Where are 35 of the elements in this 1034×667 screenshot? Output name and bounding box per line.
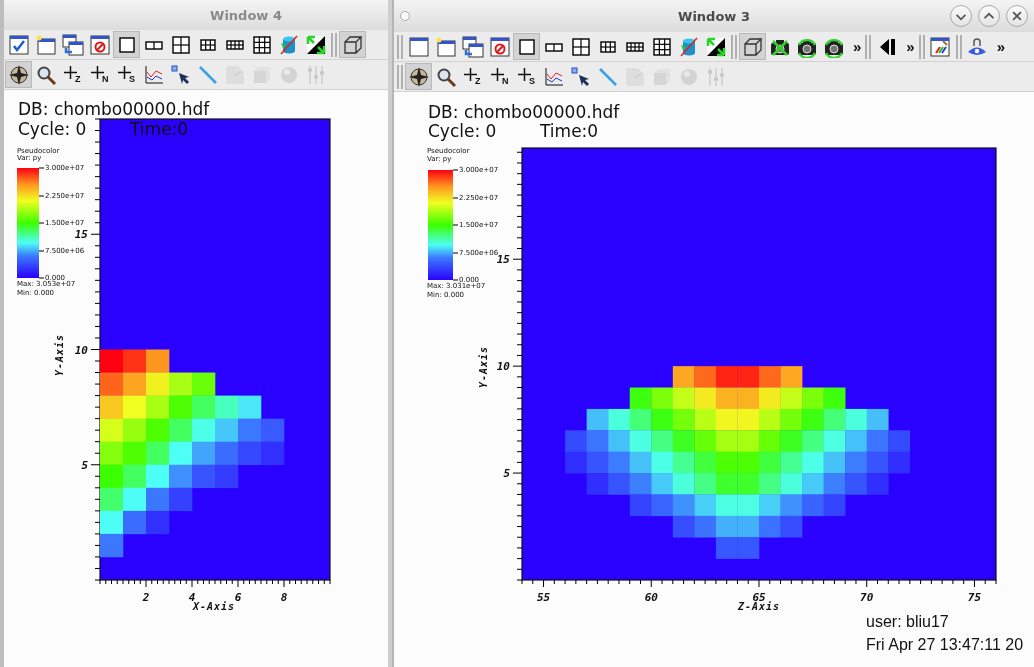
add-point-button[interactable]: S	[513, 63, 540, 90]
time-label: Time:0	[540, 123, 599, 140]
tick-label: 60	[644, 591, 658, 604]
cycle-label: Cycle: 0	[18, 121, 87, 138]
add-point-button[interactable]: N	[86, 61, 113, 88]
tick-label: 55	[536, 591, 551, 604]
axis-title: Y-Axis	[478, 345, 489, 389]
tick-label: 15	[74, 228, 88, 242]
axis-title: X-Axis	[192, 601, 236, 612]
add-point-button[interactable]: N	[486, 63, 513, 90]
add-point-button[interactable]: Z	[59, 61, 86, 88]
date-label: Fri Apr 27 13:47:11 20	[866, 637, 1024, 653]
add-point-button[interactable]: Z	[459, 63, 486, 90]
tick-label: 8	[280, 591, 288, 604]
time-label: Time:0	[130, 121, 189, 138]
cycle-label: Cycle: 0	[428, 123, 497, 140]
tick-label: 10	[496, 360, 510, 374]
user-label: user: bliu17	[866, 614, 949, 630]
window-title: Window 4	[209, 7, 283, 23]
axis-title: Y-Axis	[54, 333, 65, 377]
overflow-button[interactable]: »	[851, 39, 864, 54]
tick-label: 10	[74, 343, 88, 357]
database-label: DB: chombo00000.hdf	[428, 104, 620, 121]
tick-label: 2	[142, 591, 150, 604]
overflow-button[interactable]: »	[994, 39, 1008, 54]
database-label: DB: chombo00000.hdf	[18, 101, 210, 118]
tick-label: 6	[234, 591, 242, 604]
add-point-button[interactable]: S	[113, 61, 140, 88]
tick-label: 75	[967, 591, 982, 604]
overflow-button[interactable]: »	[904, 39, 917, 54]
tick-label: 5	[81, 458, 88, 472]
tick-label: 5	[503, 467, 510, 481]
window-title: Window 3	[677, 8, 751, 24]
axis-title: Z-Axis	[737, 601, 781, 612]
tick-label: 70	[860, 591, 874, 604]
